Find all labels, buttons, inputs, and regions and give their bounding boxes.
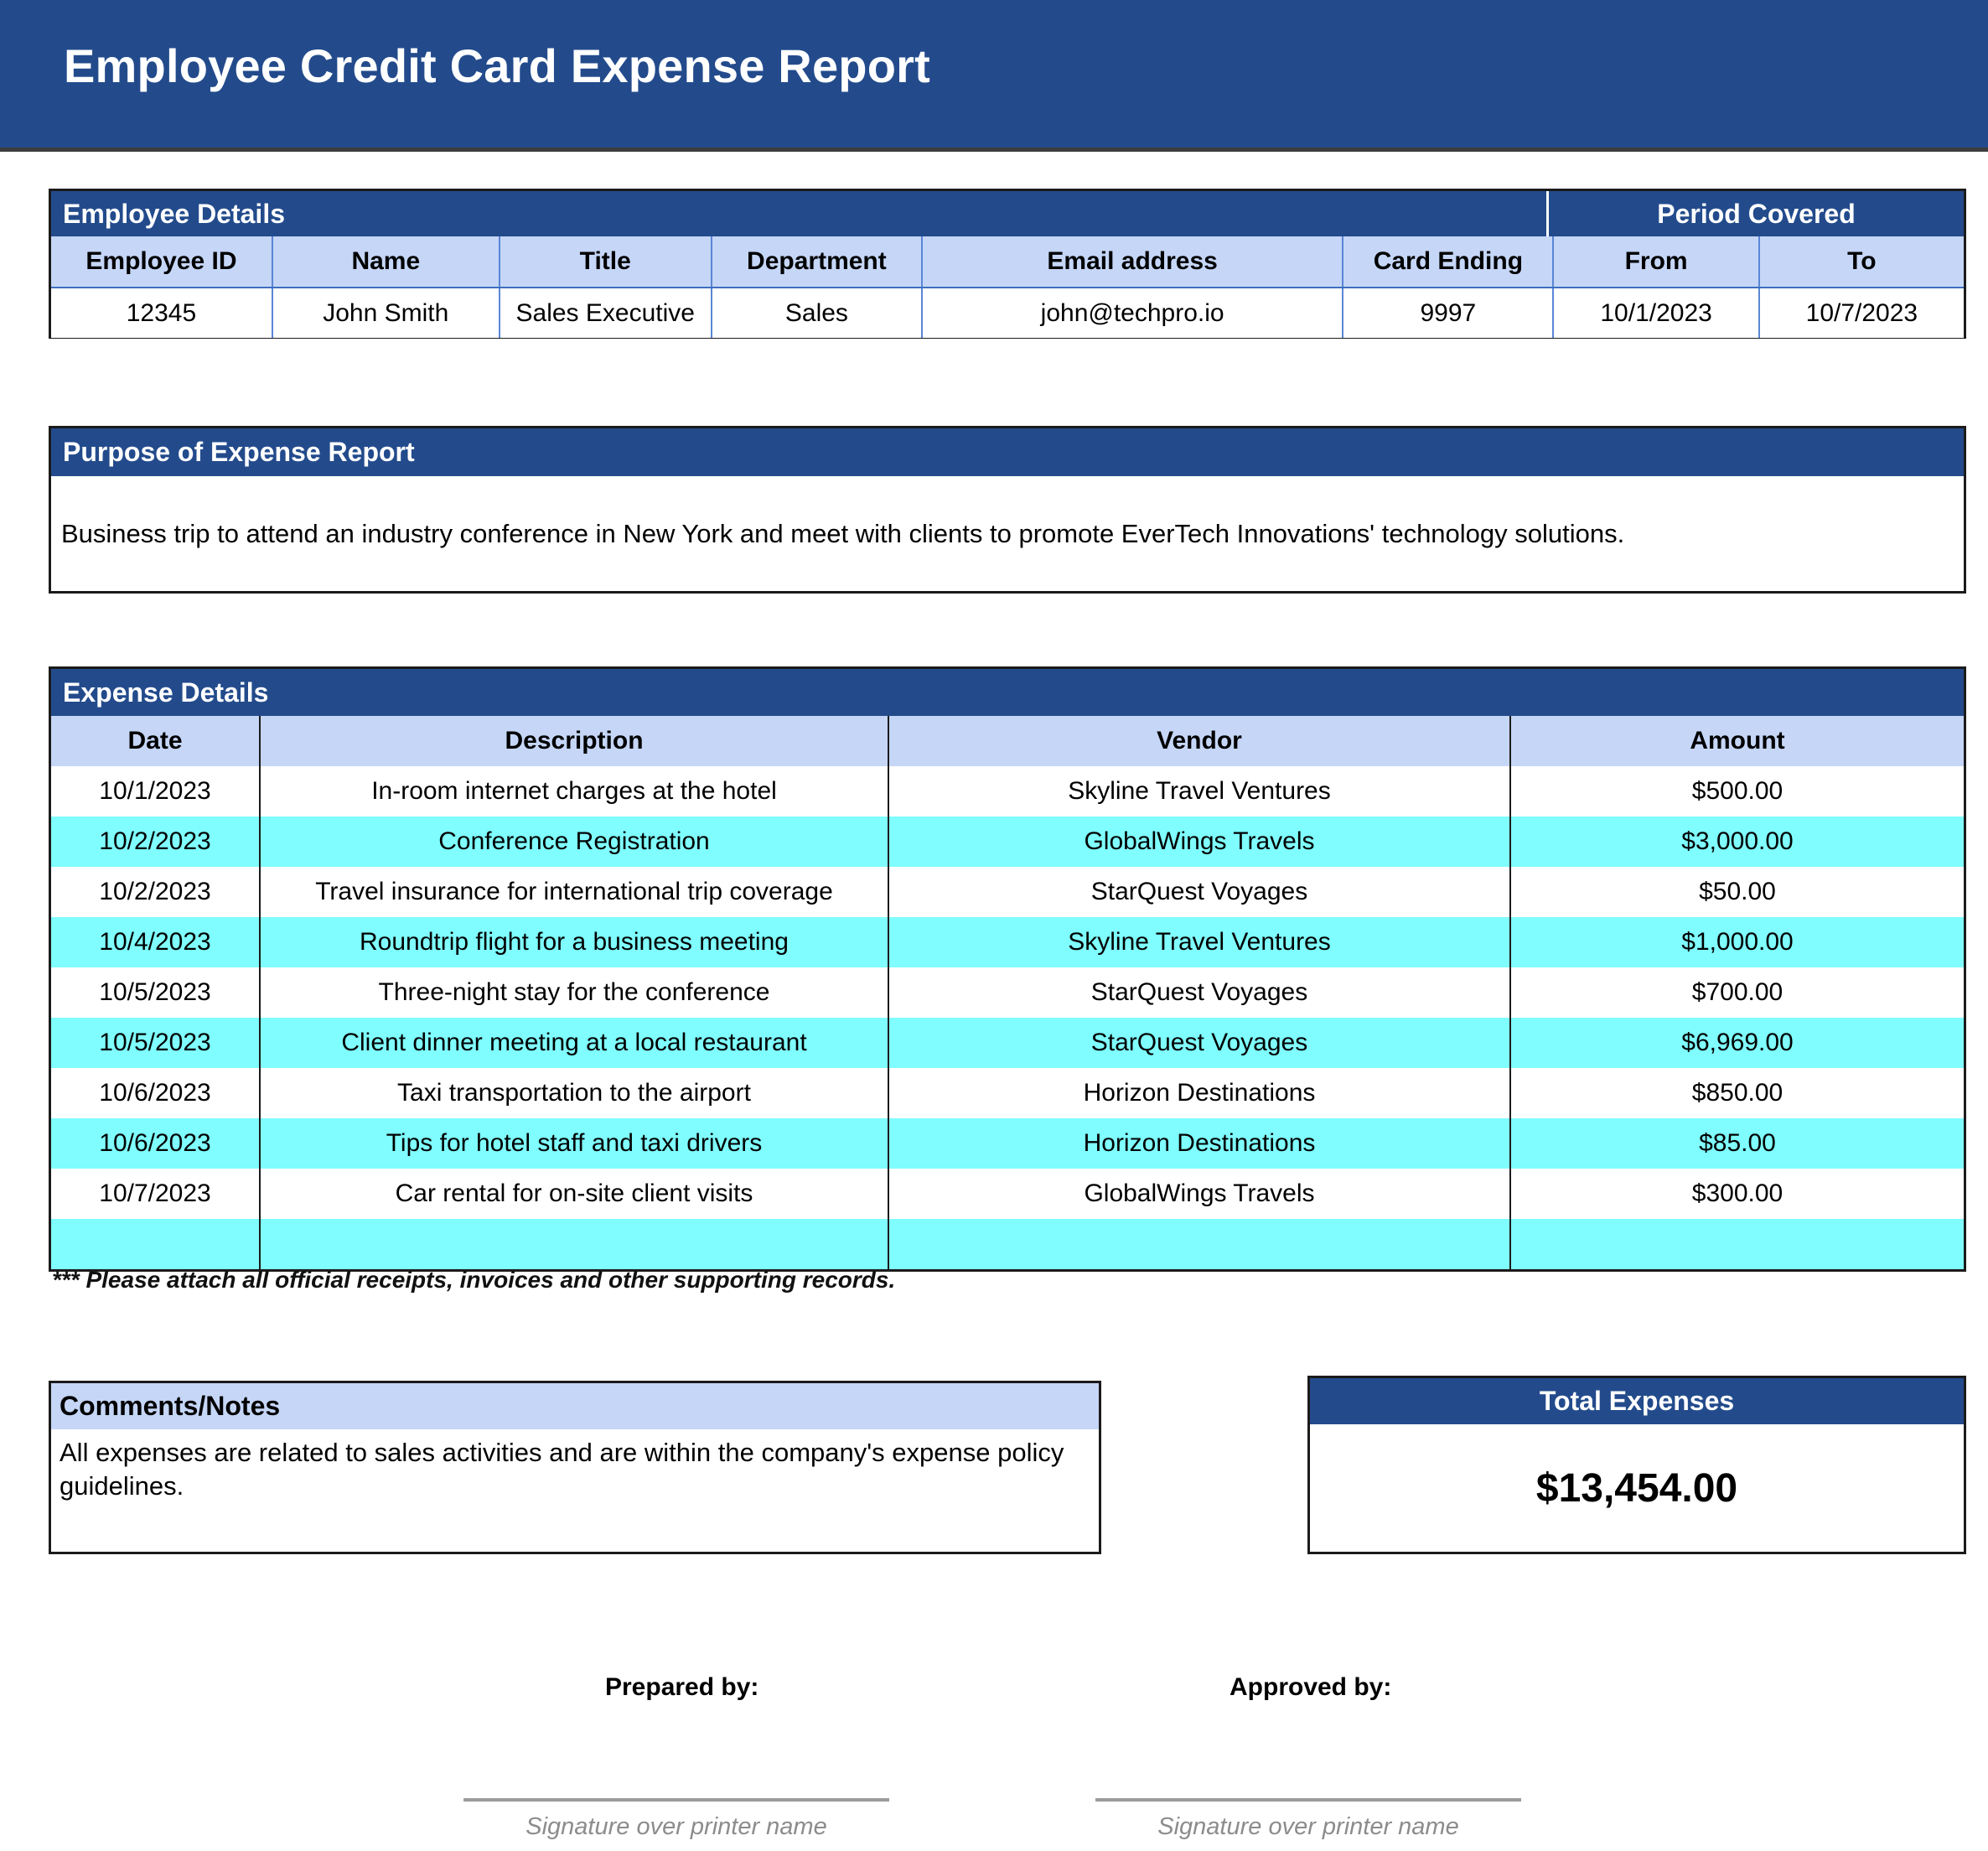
table-row[interactable]: 10/6/2023 Tips for hotel staff and taxi … — [51, 1118, 1964, 1169]
table-row-empty[interactable] — [51, 1219, 1964, 1269]
employee-department-value[interactable]: Sales — [712, 288, 923, 338]
cell-vendor: Horizon Destinations — [889, 1118, 1511, 1169]
cell-vendor — [889, 1219, 1511, 1269]
column-header-name: Name — [272, 236, 500, 287]
report-title-banner: Employee Credit Card Expense Report — [0, 0, 1988, 148]
column-header-vendor: Vendor — [889, 716, 1511, 766]
employee-title-value[interactable]: Sales Executive — [500, 288, 712, 338]
column-header-card-ending: Card Ending — [1343, 236, 1555, 287]
employee-details-title: Employee Details — [51, 191, 1546, 236]
expense-table-header-row: Date Description Vendor Amount — [51, 716, 1964, 766]
purpose-section: Purpose of Expense Report Business trip … — [49, 426, 1966, 594]
employee-details-header-row: Employee ID Name Title Department Email … — [51, 236, 1965, 287]
cell-date: 10/2/2023 — [51, 817, 261, 867]
comments-notes-text[interactable]: All expenses are related to sales activi… — [51, 1429, 1099, 1502]
cell-date: 10/6/2023 — [51, 1118, 261, 1169]
table-row[interactable]: 10/2/2023 Conference Registration Global… — [51, 817, 1964, 867]
cell-amount: $700.00 — [1511, 967, 1964, 1018]
cell-description: Taxi transportation to the airport — [261, 1068, 889, 1118]
total-expenses-value: $13,454.00 — [1535, 1465, 1738, 1511]
column-header-email: Email address — [922, 236, 1344, 287]
total-expenses-section: Total Expenses $13,454.00 — [1307, 1376, 1966, 1554]
cell-description: Conference Registration — [261, 817, 889, 867]
approved-by-label: Approved by: — [1230, 1673, 1392, 1701]
expense-details-section: Expense Details Date Description Vendor … — [49, 666, 1966, 1272]
prepared-by-label: Prepared by: — [605, 1673, 759, 1701]
employee-name-value[interactable]: John Smith — [272, 288, 500, 338]
table-row[interactable]: 10/2/2023 Travel insurance for internati… — [51, 867, 1964, 917]
cell-vendor: GlobalWings Travels — [889, 817, 1511, 867]
cell-vendor: StarQuest Voyages — [889, 967, 1511, 1018]
cell-amount: $300.00 — [1511, 1169, 1964, 1219]
cell-date: 10/5/2023 — [51, 967, 261, 1018]
comments-notes-title: Comments/Notes — [51, 1383, 1099, 1429]
employee-details-bar-row: Employee Details Period Covered — [51, 191, 1964, 236]
cell-amount: $3,000.00 — [1511, 817, 1964, 867]
column-header-date: Date — [51, 716, 261, 766]
table-row[interactable]: 10/7/2023 Car rental for on-site client … — [51, 1169, 1964, 1219]
approved-by-caption: Signature over printer name — [1157, 1813, 1459, 1840]
column-header-title: Title — [500, 236, 712, 287]
cell-description: Roundtrip flight for a business meeting — [261, 917, 889, 967]
comments-notes-section: Comments/Notes All expenses are related … — [49, 1381, 1101, 1554]
table-row[interactable]: 10/5/2023 Client dinner meeting at a loc… — [51, 1018, 1964, 1068]
employee-id-value[interactable]: 12345 — [51, 288, 273, 338]
cell-date: 10/6/2023 — [51, 1068, 261, 1118]
banner-divider — [0, 148, 1988, 152]
cell-description — [261, 1219, 889, 1269]
cell-amount: $500.00 — [1511, 766, 1964, 817]
prepared-by-signature-line[interactable] — [463, 1798, 889, 1802]
cell-vendor: Horizon Destinations — [889, 1068, 1511, 1118]
cell-date — [51, 1219, 261, 1269]
cell-amount: $850.00 — [1511, 1068, 1964, 1118]
purpose-text[interactable]: Business trip to attend an industry conf… — [51, 476, 1964, 591]
purpose-section-title: Purpose of Expense Report — [51, 428, 1964, 476]
cell-description: Car rental for on-site client visits — [261, 1169, 889, 1219]
cell-description: Three-night stay for the conference — [261, 967, 889, 1018]
cell-amount: $50.00 — [1511, 867, 1964, 917]
period-covered-title: Period Covered — [1546, 191, 1964, 236]
cell-vendor: StarQuest Voyages — [889, 867, 1511, 917]
cell-description: In-room internet charges at the hotel — [261, 766, 889, 817]
total-expenses-label: Total Expenses — [1310, 1378, 1964, 1424]
expense-details-title: Expense Details — [51, 669, 1964, 716]
cell-vendor: GlobalWings Travels — [889, 1169, 1511, 1219]
column-header-from: From — [1554, 236, 1760, 287]
employee-email-value[interactable]: john@techpro.io — [922, 288, 1344, 338]
cell-description: Tips for hotel staff and taxi drivers — [261, 1118, 889, 1169]
column-header-description: Description — [261, 716, 889, 766]
cell-amount — [1511, 1219, 1964, 1269]
cell-vendor: Skyline Travel Ventures — [889, 917, 1511, 967]
cell-amount: $1,000.00 — [1511, 917, 1964, 967]
cell-vendor: Skyline Travel Ventures — [889, 766, 1511, 817]
prepared-by-caption: Signature over printer name — [525, 1813, 827, 1840]
column-header-department: Department — [712, 236, 923, 287]
cell-date: 10/5/2023 — [51, 1018, 261, 1068]
period-to-value[interactable]: 10/7/2023 — [1759, 288, 1965, 338]
cell-amount: $85.00 — [1511, 1118, 1964, 1169]
approved-by-signature-line[interactable] — [1095, 1798, 1521, 1802]
page-title: Employee Credit Card Expense Report — [64, 39, 930, 92]
cell-vendor: StarQuest Voyages — [889, 1018, 1511, 1068]
card-ending-value[interactable]: 9997 — [1343, 288, 1555, 338]
table-row[interactable]: 10/6/2023 Taxi transportation to the air… — [51, 1068, 1964, 1118]
table-row[interactable]: 10/1/2023 In-room internet charges at th… — [51, 766, 1964, 817]
cell-description: Travel insurance for international trip … — [261, 867, 889, 917]
attachment-note: *** Please attach all official receipts,… — [52, 1267, 896, 1293]
cell-amount: $6,969.00 — [1511, 1018, 1964, 1068]
cell-date: 10/7/2023 — [51, 1169, 261, 1219]
cell-date: 10/1/2023 — [51, 766, 261, 817]
cell-description: Client dinner meeting at a local restaur… — [261, 1018, 889, 1068]
table-row[interactable]: 10/5/2023 Three-night stay for the confe… — [51, 967, 1964, 1018]
cell-date: 10/4/2023 — [51, 917, 261, 967]
table-row[interactable]: 10/4/2023 Roundtrip flight for a busines… — [51, 917, 1964, 967]
column-header-amount: Amount — [1511, 716, 1964, 766]
period-from-value[interactable]: 10/1/2023 — [1554, 288, 1760, 338]
column-header-to: To — [1759, 236, 1965, 287]
employee-details-value-row: 12345 John Smith Sales Executive Sales j… — [51, 287, 1965, 338]
cell-date: 10/2/2023 — [51, 867, 261, 917]
column-header-employee-id: Employee ID — [51, 236, 273, 287]
employee-details-section: Employee Details Period Covered Employee… — [49, 189, 1966, 339]
